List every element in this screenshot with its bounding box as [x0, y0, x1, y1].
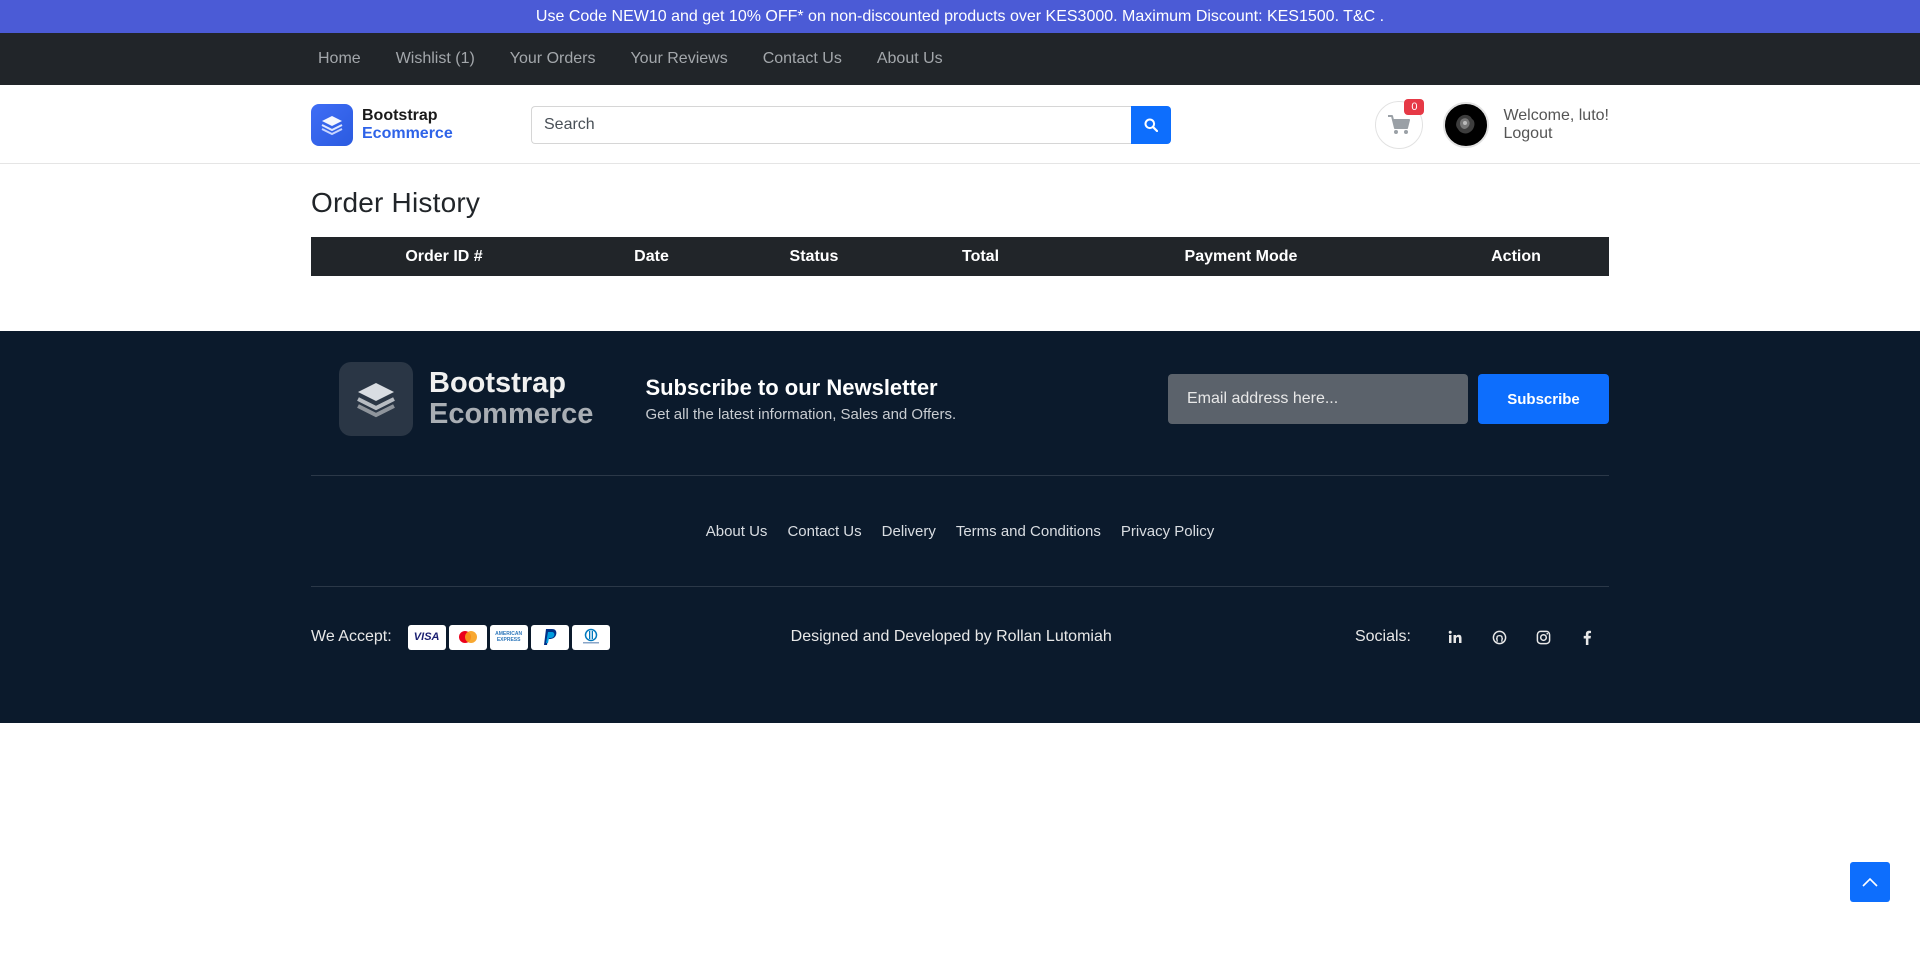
cart-button[interactable]: 0: [1375, 98, 1425, 149]
footer-link-about-us[interactable]: About Us: [706, 523, 768, 540]
github-icon[interactable]: [1477, 625, 1521, 649]
email-field[interactable]: [1168, 374, 1468, 424]
logout-link[interactable]: Logout: [1503, 125, 1609, 143]
socials-label: Socials:: [1354, 628, 1411, 645]
newsletter-subtitle: Get all the latest information, Sales an…: [645, 406, 957, 423]
search-bar: [531, 105, 1171, 144]
cart-icon: [1388, 114, 1411, 134]
nav-your-reviews[interactable]: Your Reviews: [630, 50, 727, 68]
footer-brand-line2: Ecommerce: [429, 398, 594, 430]
column-date: Date: [577, 237, 726, 276]
newsletter-title: Subscribe to our Newsletter: [645, 375, 938, 400]
page-title: Order History: [311, 187, 481, 218]
column-total: Total: [902, 237, 1059, 276]
diners-club-icon: [571, 624, 610, 650]
cart-count-badge: 0: [1404, 98, 1425, 115]
main-content: Order History Order ID # Date Status Tot…: [0, 187, 1920, 331]
footer-brand-line1: Bootstrap: [429, 367, 566, 399]
paypal-icon: [530, 624, 569, 650]
amex-icon: AMERICAN EXPRESS: [489, 624, 528, 650]
nav-your-orders[interactable]: Your Orders: [510, 50, 596, 68]
newsletter-form: Subscribe: [1168, 374, 1609, 424]
promo-text: Use Code NEW10 and get 10% OFF* on non-d…: [535, 7, 1385, 25]
footer-bottom: We Accept: VISA AMERICAN EXPRESS Designe…: [311, 587, 1609, 687]
facebook-icon[interactable]: [1565, 625, 1609, 649]
order-history-table: Order ID # Date Status Total Payment Mod…: [311, 237, 1609, 276]
payment-methods: We Accept: VISA AMERICAN EXPRESS: [311, 624, 613, 650]
social-links: Socials:: [1355, 625, 1609, 649]
welcome-text: Welcome, luto!: [1503, 106, 1609, 124]
layers-icon: [339, 362, 413, 436]
column-status: Status: [726, 237, 902, 276]
brand-logo-link[interactable]: Bootstrap Ecommerce: [311, 103, 531, 146]
column-order-id: Order ID #: [311, 237, 577, 276]
linkedin-icon[interactable]: [1433, 625, 1477, 649]
newsletter-section: Bootstrap Ecommerce Subscribe to our New…: [311, 331, 1609, 459]
site-header: Bootstrap Ecommerce 0: [0, 85, 1920, 164]
back-to-top-button[interactable]: [1850, 862, 1890, 902]
column-action: Action: [1423, 237, 1609, 276]
footer-brand[interactable]: Bootstrap Ecommerce: [339, 362, 593, 436]
footer-link-terms[interactable]: Terms and Conditions: [956, 523, 1101, 540]
visa-icon: VISA: [407, 624, 446, 650]
footer-link-privacy[interactable]: Privacy Policy: [1121, 523, 1214, 540]
chevron-up-icon: [1862, 877, 1878, 887]
accept-label: We Accept:: [311, 628, 392, 645]
column-payment-mode: Payment Mode: [1059, 237, 1423, 276]
site-footer: Bootstrap Ecommerce Subscribe to our New…: [0, 331, 1920, 723]
table-header-row: Order ID # Date Status Total Payment Mod…: [311, 237, 1609, 276]
nav-about-us[interactable]: About Us: [877, 50, 943, 68]
top-navigation: Home Wishlist (1) Your Orders Your Revie…: [0, 33, 1920, 85]
mastercard-icon: [448, 624, 487, 650]
footer-link-contact-us[interactable]: Contact Us: [787, 523, 861, 540]
subscribe-button[interactable]: Subscribe: [1478, 374, 1609, 424]
footer-link-delivery[interactable]: Delivery: [882, 523, 936, 540]
search-input[interactable]: [531, 105, 1131, 144]
instagram-icon[interactable]: [1521, 625, 1565, 649]
designed-by-credit: Designed and Developed by Rollan Lutomia…: [790, 628, 1112, 645]
footer-links: About Us Contact Us Delivery Terms and C…: [311, 476, 1609, 586]
avatar[interactable]: [1443, 101, 1490, 148]
avatar-image: [1446, 104, 1487, 145]
nav-wishlist[interactable]: Wishlist (1): [396, 50, 475, 68]
nav-contact-us[interactable]: Contact Us: [763, 50, 842, 68]
layers-icon: [311, 103, 353, 146]
search-icon: [1144, 118, 1158, 132]
nav-home[interactable]: Home: [318, 50, 361, 68]
promo-banner: Use Code NEW10 and get 10% OFF* on non-d…: [0, 0, 1920, 33]
brand-name-line1: Bootstrap: [362, 106, 438, 124]
brand-name-line2: Ecommerce: [362, 124, 453, 142]
search-button[interactable]: [1131, 105, 1171, 144]
